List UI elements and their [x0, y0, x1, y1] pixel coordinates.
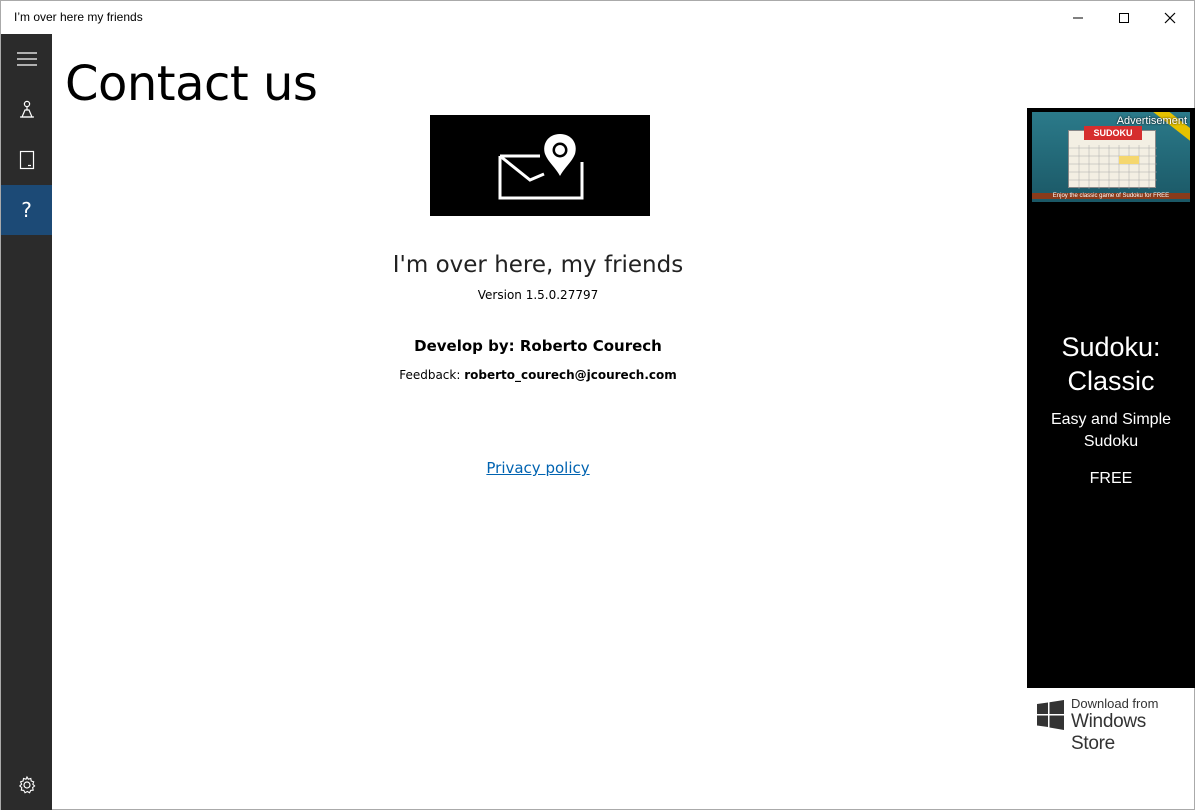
- hamburger-menu-button[interactable]: [1, 34, 52, 84]
- ad-subtitle-line2: Sudoku: [1083, 433, 1139, 450]
- window-title: I’m over here my friends: [14, 10, 143, 24]
- maximize-icon: [1119, 12, 1129, 23]
- close-icon: [1164, 12, 1176, 23]
- developer-credit: Develop by: Roberto Courech: [414, 337, 662, 355]
- privacy-policy-container: Privacy policy: [338, 459, 738, 477]
- feedback-line: Feedback: roberto_courech@jcourech.com: [338, 368, 738, 382]
- ad-subtitle-line1: Easy and Simple: [1050, 411, 1172, 428]
- envelope-location-icon: [498, 133, 584, 199]
- maximize-button[interactable]: [1101, 1, 1147, 34]
- ad-banner-image[interactable]: SUDOKU Advertisement Enjoy the classic g…: [1032, 112, 1190, 202]
- feedback-label: Feedback:: [399, 368, 465, 382]
- store-badge-big-text: Windows Store: [1071, 711, 1146, 754]
- nav-item-location[interactable]: [1, 85, 52, 135]
- close-button[interactable]: [1147, 1, 1193, 34]
- windows-store-badge[interactable]: Download from Windows Store: [1035, 695, 1191, 754]
- ad-banner-header: SUDOKU: [1084, 126, 1142, 140]
- settings-button[interactable]: [1, 760, 52, 810]
- tablet-icon: [19, 150, 34, 170]
- nav-item-device[interactable]: [1, 135, 52, 185]
- ad-subtitle: Easy and Simple Sudoku: [1027, 409, 1195, 453]
- ad-price: FREE: [1089, 470, 1133, 487]
- ad-title-line2: Classic: [1067, 366, 1155, 396]
- minimize-button[interactable]: [1055, 1, 1101, 34]
- app-logo: [430, 115, 650, 216]
- feedback-email[interactable]: roberto_courech@jcourech.com: [464, 368, 677, 382]
- app-window: I’m over here my friends ? Contact us I'…: [0, 0, 1195, 810]
- help-icon: ?: [21, 198, 32, 222]
- app-name: I'm over here, my friends: [392, 252, 684, 278]
- minimize-icon: [1073, 17, 1083, 18]
- windows-logo-icon: [1037, 700, 1064, 730]
- title-bar: I’m over here my friends: [1, 1, 1194, 34]
- ad-banner-caption: Enjoy the classic game of Sudoku for FRE…: [1032, 193, 1190, 199]
- privacy-policy-link[interactable]: Privacy policy: [486, 459, 589, 477]
- ad-label: Advertisement: [1116, 115, 1187, 127]
- advertisement-panel[interactable]: SUDOKU Advertisement Enjoy the classic g…: [1027, 108, 1195, 688]
- navigation-pane: ?: [1, 34, 52, 810]
- location-person-icon: [19, 100, 34, 118]
- ad-title: Sudoku: Classic: [1027, 330, 1195, 398]
- store-badge-small-text: Download from: [1071, 696, 1159, 711]
- nav-item-help[interactable]: ?: [1, 185, 52, 235]
- settings-gear-icon: [18, 775, 35, 794]
- hamburger-icon: [16, 52, 37, 66]
- app-version: Version 1.5.0.27797: [477, 288, 599, 302]
- ad-title-line1: Sudoku:: [1061, 332, 1161, 362]
- page-title: Contact us: [65, 56, 318, 112]
